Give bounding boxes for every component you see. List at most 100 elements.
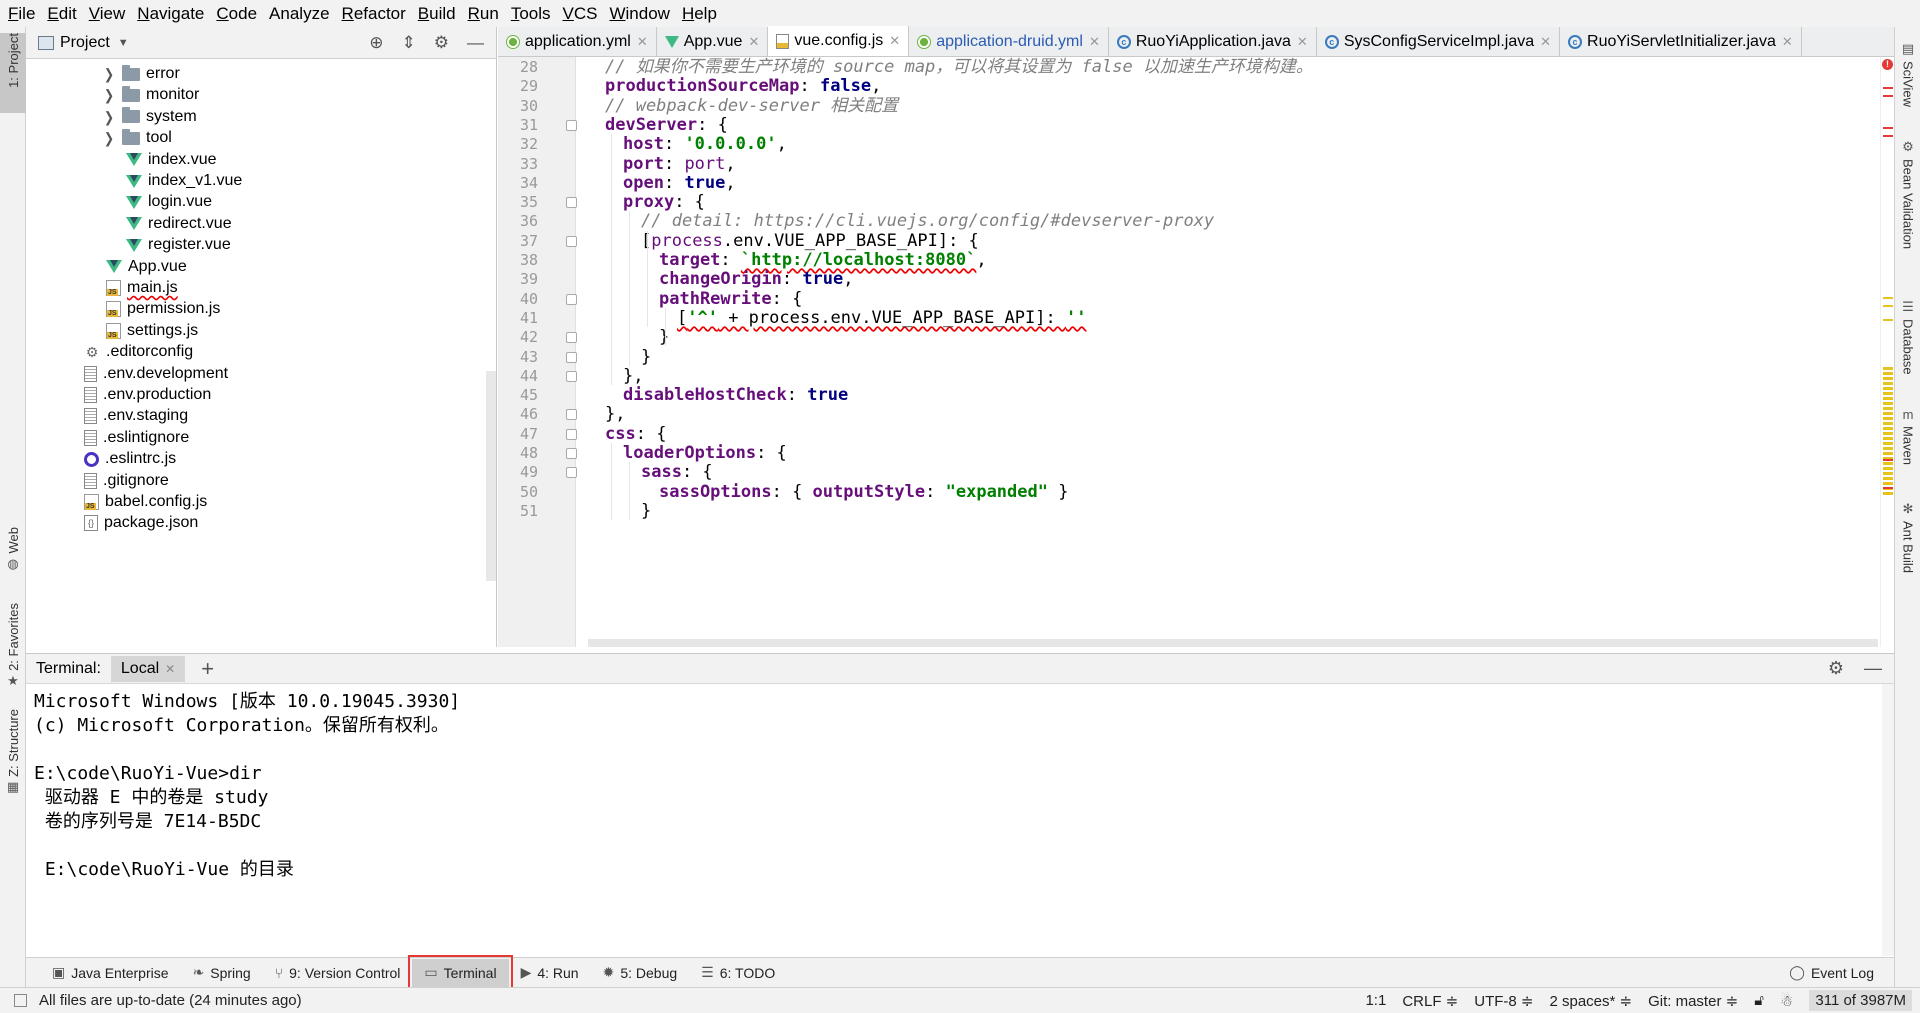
minimize-icon[interactable]: — [1864, 658, 1882, 679]
code-line: }, [623, 366, 643, 386]
fold-marker-icon[interactable] [566, 370, 577, 382]
maven-tool-tab[interactable]: m Maven [1895, 407, 1920, 465]
gear-icon[interactable]: ⚙ [1828, 658, 1844, 679]
memory-indicator[interactable]: 311 of 3987M [1809, 990, 1912, 1011]
fold-marker-icon[interactable] [566, 197, 577, 209]
fold-marker-icon[interactable] [566, 293, 577, 305]
warning-marker[interactable] [1883, 297, 1893, 299]
editor-tab[interactable]: c RuoYiServletInitializer.java ✕ [1560, 27, 1802, 56]
menu-item-help[interactable]: Help [678, 4, 725, 24]
editor-tab[interactable]: c RuoYiApplication.java ✕ [1109, 27, 1317, 56]
menu-item-vcs[interactable]: VCS [559, 4, 606, 24]
menu-item-edit[interactable]: Edit [43, 4, 84, 24]
database-tool-tab[interactable]: ☰ Database [1895, 299, 1920, 375]
fold-marker-icon[interactable] [566, 428, 577, 440]
menu-item-tools[interactable]: Tools [507, 4, 559, 24]
editor-tab[interactable]: c SysConfigServiceImpl.java ✕ [1317, 27, 1561, 56]
menu-item-run[interactable]: Run [464, 4, 507, 24]
project-tool-tab[interactable]: 1: Project [0, 33, 26, 113]
horizontal-scrollbar[interactable] [588, 639, 1878, 647]
bottom-tab-run[interactable]: ▶ 4: Run [509, 959, 591, 987]
close-icon[interactable]: ✕ [889, 33, 900, 49]
project-scrollbar[interactable] [486, 371, 496, 581]
code-view[interactable]: 28 // 如果你不需要生产环境的 source map，可以将其设置为 fals… [498, 57, 1894, 647]
error-marker[interactable] [1883, 135, 1893, 137]
event-log-tab[interactable]: ◯ Event Log [1777, 959, 1886, 987]
lock-icon[interactable]: 🔓︎ [1754, 992, 1764, 1009]
editor-tab[interactable]: App.vue ✕ [657, 27, 769, 56]
status-toggle-icon[interactable] [14, 994, 27, 1007]
editor-tab[interactable]: vue.config.js ✕ [768, 26, 910, 56]
close-icon[interactable]: ✕ [165, 662, 175, 676]
menu-item-code[interactable]: Code [212, 4, 265, 24]
menu-item-refactor[interactable]: Refactor [338, 4, 414, 24]
chevron-right-icon[interactable]: ❯ [104, 66, 122, 83]
fold-marker-icon[interactable] [566, 332, 577, 344]
bottom-tab-version-control[interactable]: ⑂ 9: Version Control [263, 959, 413, 987]
warning-marker[interactable] [1883, 305, 1893, 307]
bottom-tab-java-enterprise[interactable]: ▣ Java Enterprise [40, 959, 181, 987]
terminal-scrollbar[interactable] [1882, 684, 1894, 956]
caret-position[interactable]: 1:1 [1365, 992, 1386, 1009]
close-icon[interactable]: ✕ [637, 34, 648, 50]
menu-item-view[interactable]: View [85, 4, 134, 24]
bottom-tab-debug[interactable]: ✹ 5: Debug [591, 959, 690, 987]
editor-tab[interactable]: application.yml ✕ [498, 27, 657, 56]
menu-item-analyze[interactable]: Analyze [265, 4, 337, 24]
warning-marker[interactable] [1883, 319, 1893, 321]
error-indicator-icon[interactable]: ! [1882, 59, 1893, 70]
close-icon[interactable]: ✕ [1782, 34, 1793, 50]
warning-markers-block[interactable] [1883, 367, 1893, 497]
error-marker[interactable] [1883, 127, 1893, 129]
file-encoding[interactable]: UTF-8 ≑ [1474, 992, 1533, 1010]
minimize-icon[interactable]: — [467, 33, 484, 53]
new-terminal-icon[interactable]: + [201, 656, 214, 682]
structure-tool-tab[interactable]: Z: Structure ▦ [0, 709, 26, 807]
error-marker[interactable] [1883, 487, 1893, 489]
project-panel-title[interactable]: Project [60, 34, 110, 52]
inspector-icon[interactable]: ☃ [1780, 992, 1793, 1010]
web-tool-tab[interactable]: Web ◍ [0, 527, 26, 577]
code-token: '^' [687, 307, 718, 328]
git-branch[interactable]: Git: master ≑ [1648, 992, 1738, 1010]
fold-marker-icon[interactable] [566, 467, 577, 479]
collapse-all-icon[interactable]: ⇕ [402, 33, 416, 53]
bean-validation-tool-tab[interactable]: ⚙ Bean Validation [1895, 139, 1920, 249]
chevron-right-icon[interactable]: ❯ [104, 87, 122, 104]
terminal-output[interactable]: Microsoft Windows [版本 10.0.19045.3930] (c… [26, 684, 1894, 888]
sciview-tool-tab[interactable]: ▤ SciView [1895, 41, 1920, 107]
status-message[interactable]: All files are up-to-date (24 minutes ago… [39, 992, 302, 1009]
fold-marker-icon[interactable] [566, 119, 577, 131]
ant-build-tool-tab[interactable]: ✻ Ant Build [1895, 501, 1920, 573]
bottom-tab-spring[interactable]: ❧ Spring [181, 959, 263, 987]
fold-marker-icon[interactable] [566, 409, 577, 421]
bottom-tab-todo[interactable]: ☰ 6: TODO [689, 959, 787, 987]
favorites-tool-tab[interactable]: 2: Favorites ★ [0, 603, 26, 695]
editor-tab[interactable]: application-druid.yml ✕ [909, 27, 1109, 56]
chevron-right-icon[interactable]: ❯ [104, 130, 122, 147]
chevron-right-icon[interactable]: ❯ [104, 108, 122, 125]
error-marker[interactable] [1883, 87, 1893, 89]
indent-setting[interactable]: 2 spaces* ≑ [1549, 992, 1632, 1010]
line-separator[interactable]: CRLF ≑ [1402, 992, 1458, 1010]
close-icon[interactable]: ✕ [1089, 34, 1100, 50]
gear-icon[interactable]: ⚙ [434, 33, 449, 53]
close-icon[interactable]: ✕ [748, 34, 759, 50]
menu-item-window[interactable]: Window [605, 4, 677, 24]
menu-item-build[interactable]: Build [414, 4, 464, 24]
fold-marker-icon[interactable] [566, 235, 577, 247]
menu-item-file[interactable]: File [4, 4, 43, 24]
error-stripe[interactable]: ! [1880, 57, 1894, 647]
close-icon[interactable]: ✕ [1540, 34, 1551, 50]
error-marker[interactable] [1883, 95, 1893, 97]
terminal-tab-local[interactable]: Local ✕ [110, 655, 186, 682]
chevron-down-icon[interactable]: ▼ [118, 37, 129, 49]
fold-marker-icon[interactable] [566, 448, 577, 459]
locate-icon[interactable]: ⊕ [369, 33, 383, 53]
menu-item-navigate[interactable]: Navigate [133, 4, 212, 24]
tree-item[interactable]: {} package.json [84, 510, 198, 536]
fold-marker-icon[interactable] [566, 351, 577, 363]
bottom-tab-terminal[interactable]: ▭ Terminal [408, 954, 513, 991]
error-marker[interactable] [1883, 459, 1893, 461]
close-icon[interactable]: ✕ [1297, 34, 1308, 50]
